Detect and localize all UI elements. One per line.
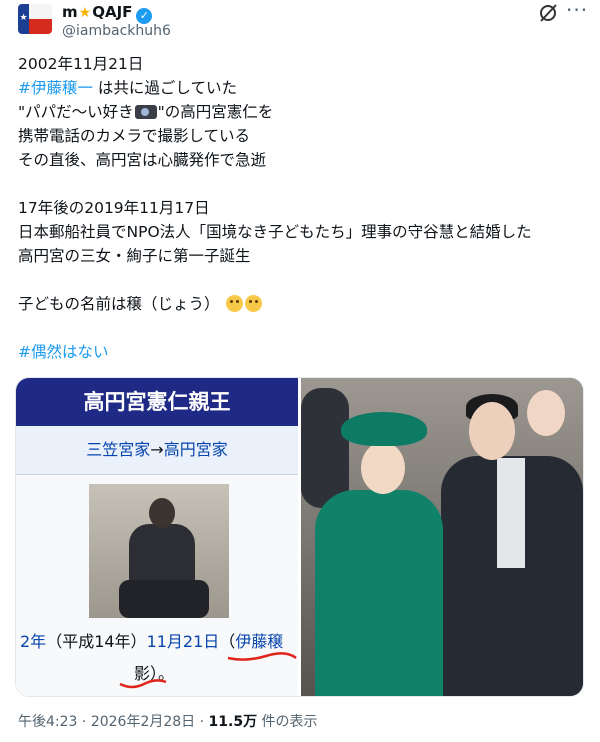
caption-text: （平成14年）: [46, 632, 147, 651]
arrow-text: →: [150, 440, 164, 459]
separator: ·: [195, 714, 209, 730]
tweet-line: 子どもの名前は穣（じょう）: [18, 292, 588, 316]
view-count: 11.5万: [208, 714, 258, 730]
wikipedia-screenshot-image[interactable]: 高円宮憲仁親王 三笠宮家→高円宮家 2年（平成14年）11月21日（伊藤穣 影）…: [16, 378, 298, 696]
wedding-photo-image[interactable]: [301, 378, 583, 696]
media-attachment[interactable]: 高円宮憲仁親王 三笠宮家→高円宮家 2年（平成14年）11月21日（伊藤穣 影）…: [15, 377, 584, 697]
caption-link: 伊藤穣: [235, 632, 284, 651]
post-date[interactable]: 2026年2月28日: [91, 714, 195, 730]
grok-icon[interactable]: [537, 2, 559, 24]
tweet-line: "パパだ〜い好き "の高円宮憲仁を: [18, 100, 588, 124]
tweet-text-span: "パパだ〜い好き: [18, 103, 134, 121]
caption-text: （: [219, 632, 236, 651]
caption-link: 11月21日: [146, 632, 220, 651]
tweet-text-span: は共に過ごしていた: [93, 79, 237, 97]
tweet-line: #偶然はない: [18, 340, 588, 364]
tweet-line: 日本郵船社員でNPO法人「国境なき子どもたち」理事の守谷慧と結婚した: [18, 223, 532, 241]
tweet-text: 2002年11月21日 #伊藤穣一 は共に過ごしていた "パパだ〜い好き "の高円…: [18, 52, 588, 364]
more-options-icon[interactable]: ···: [566, 0, 588, 22]
tweet-text-span: "の高円宮憲仁を: [157, 103, 274, 121]
view-label: 件の表示: [257, 714, 318, 730]
tweet-line: 携帯電話のカメラで撮影している: [18, 127, 251, 145]
post-time[interactable]: 午後4:23: [18, 714, 77, 730]
tweet-line: 2002年11月21日: [18, 55, 144, 73]
wiki-link: 三笠宮家: [86, 440, 151, 459]
tv-emoji-icon: [134, 105, 157, 119]
tweet-text-span: 子どもの名前は穣（じょう）: [18, 295, 220, 313]
hashtag-link[interactable]: #伊藤穣一: [18, 79, 93, 97]
tweet-line: #伊藤穣一 は共に過ごしていた: [18, 76, 588, 100]
red-underline-annotation: [227, 652, 297, 661]
author-handle[interactable]: @iambackhuh6: [62, 22, 171, 40]
thinking-face-emoji-icon: [226, 295, 244, 312]
author-name[interactable]: m★QAJF ✓: [62, 2, 153, 24]
tweet-line: 17年後の2019年11月17日: [18, 199, 210, 217]
star-icon: ★: [78, 5, 92, 21]
tweet-header: ★ m★QAJF ✓ @iambackhuh6 ···: [0, 0, 600, 48]
tweet-line: その直後、高円宮は心臓発作で急逝: [18, 151, 267, 169]
wiki-title: 高円宮憲仁親王: [16, 378, 298, 426]
tweet-line: 高円宮の三女・絢子に第一子誕生: [18, 247, 251, 265]
wiki-house-line: 三笠宮家→高円宮家: [16, 426, 298, 475]
thinking-face-emoji-icon: [245, 295, 263, 312]
separator: ·: [77, 714, 91, 730]
texas-flag-icon[interactable]: ★: [18, 4, 52, 34]
wiki-link: 高円宮家: [163, 440, 228, 459]
red-underline-annotation: [119, 679, 167, 689]
caption-link: 2年: [20, 632, 47, 651]
author-name-prefix: m: [62, 3, 78, 21]
hashtag-link[interactable]: #偶然はない: [18, 343, 109, 361]
tweet-metadata: 午後4:23 · 2026年2月28日 · 11.5万 件の表示: [18, 712, 318, 732]
portrait-photo: [89, 484, 229, 618]
author-name-suffix: QAJF: [92, 3, 133, 21]
